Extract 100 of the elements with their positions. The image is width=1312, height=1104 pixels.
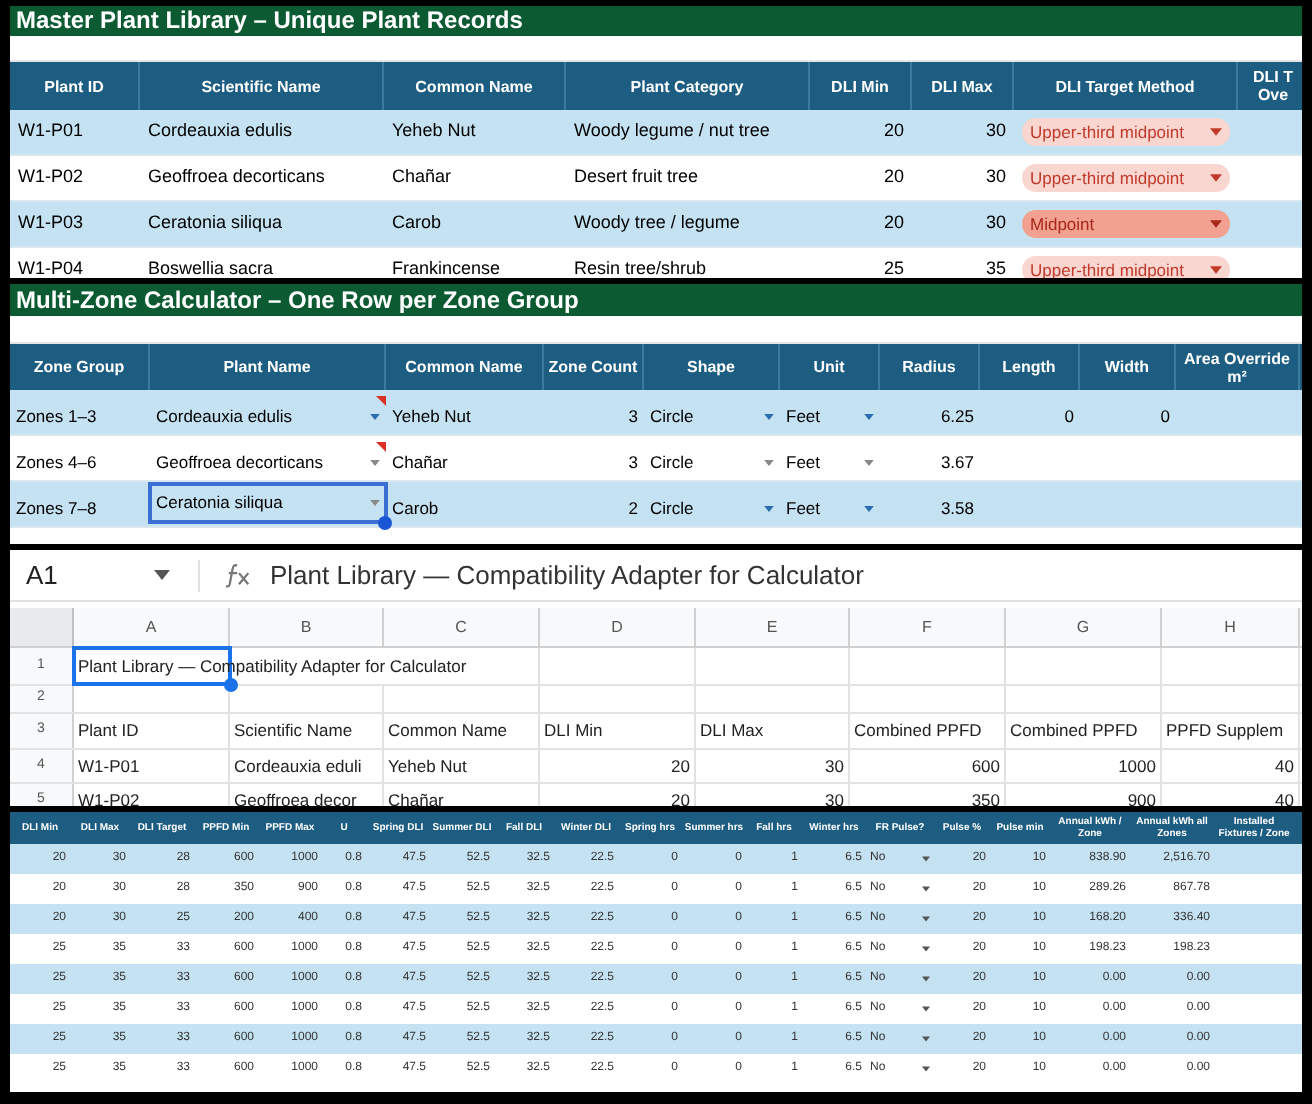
column-heading[interactable]: C [384, 608, 540, 646]
caret-icon[interactable] [764, 414, 774, 421]
table-cell: W1-P01 [78, 753, 140, 779]
caret-icon[interactable] [922, 946, 930, 952]
table-cell: 600 [971, 753, 1000, 779]
column-heading[interactable]: E [696, 608, 850, 646]
column-header: Common Name [405, 358, 523, 376]
table-cell: 20 [671, 787, 690, 806]
column-header: Area Override m² [1182, 349, 1292, 385]
caret-icon[interactable] [864, 460, 874, 467]
table-cell: 3.58 [940, 496, 974, 522]
caret-icon[interactable] [922, 886, 930, 892]
column-header: Width [1104, 358, 1150, 376]
table-cell: Woody tree / legume [574, 212, 740, 233]
table-cell: 40 [1275, 787, 1294, 806]
table-cell: Combined PPFD [854, 718, 982, 744]
table-cell: Circle [650, 404, 694, 430]
column-heading[interactable]: B [230, 608, 384, 646]
caret-icon[interactable] [370, 460, 380, 467]
table-cell: Geoffroea decorticans [148, 166, 325, 187]
table-cell: Zones 7–8 [16, 496, 97, 522]
table-cell: 0 [1064, 404, 1074, 430]
table-cell: PPFD Supplem [1166, 718, 1284, 744]
method-dropdown[interactable]: Upper-third midpoint [1022, 164, 1230, 192]
table-cell: Scientific Name [234, 718, 353, 744]
caret-icon[interactable] [922, 1036, 930, 1042]
name-box[interactable]: A1 [10, 559, 200, 591]
caret-icon[interactable] [922, 976, 930, 982]
caret-icon[interactable] [922, 856, 930, 862]
column-header: DLI T Ove [1251, 68, 1295, 104]
table-cell: Cordeauxia edulis [148, 120, 293, 141]
table-cell: 40 [1275, 753, 1294, 779]
table-cell: 3 [628, 404, 638, 430]
table-cell: 30 [825, 753, 844, 779]
table-cell: Carob [392, 212, 442, 233]
caret-icon[interactable] [1210, 220, 1222, 228]
table-cell: 20 [883, 166, 904, 187]
column-heading[interactable]: F [850, 608, 1006, 646]
caret-icon[interactable] [370, 414, 380, 421]
column-heading[interactable]: H [1162, 608, 1300, 646]
table-cell: Cordeauxia eduli [234, 753, 362, 779]
table-cell: Desert fruit tree [574, 166, 699, 187]
column-header: Length [1002, 358, 1056, 376]
note-marker-icon [376, 442, 386, 453]
table-cell: Zones 1–3 [16, 404, 97, 430]
table-cell: 30 [825, 787, 844, 806]
table-cell: 3.67 [940, 450, 974, 476]
table-cell: Geoffroea decor [234, 787, 357, 806]
table-cell: Chañar [388, 787, 444, 806]
caret-icon[interactable] [764, 460, 774, 467]
table-cell: Ceratonia siliqua [156, 490, 283, 516]
table-cell: W1-P01 [18, 120, 84, 141]
column-header: Plant Name [223, 358, 311, 376]
table-cell: Chañar [392, 166, 452, 187]
table-cell: 3 [628, 450, 638, 476]
note-marker-icon [376, 396, 386, 407]
caret-icon[interactable] [1210, 174, 1222, 182]
caret-icon[interactable] [1210, 128, 1222, 136]
table-cell: Resin tree/shrub [574, 258, 707, 278]
caret-icon[interactable] [154, 570, 170, 580]
table-cell: 2 [628, 496, 638, 522]
column-header: Shape [686, 358, 735, 376]
caret-icon[interactable] [864, 414, 874, 421]
table-cell: Chañar [392, 450, 448, 476]
table-cell: W1-P04 [18, 258, 84, 278]
formula-field[interactable]: Plant Library — Compatibility Adapter for Calculator [270, 555, 864, 595]
caret-icon[interactable] [1210, 266, 1222, 274]
table-cell: Yeheb Nut [392, 404, 471, 430]
column-heading[interactable]: G [1006, 608, 1162, 646]
table-cell: Common Name [388, 718, 508, 744]
caret-icon[interactable] [922, 1066, 930, 1072]
table-cell: Plant ID [78, 718, 139, 744]
sheet-title: Master Plant Library – Unique Plant Records [10, 6, 1302, 36]
table-cell: 20 [671, 753, 690, 779]
table-cell: 30 [985, 120, 1006, 141]
table-cell: Circle [650, 450, 694, 476]
method-dropdown[interactable]: Upper-third midpoint [1022, 118, 1230, 146]
table-cell: 30 [985, 166, 1006, 187]
column-header: Plant Category [630, 77, 744, 95]
table-cell: DLI Max [700, 718, 764, 744]
fill-handle[interactable] [224, 678, 238, 692]
table-cell: Feet [786, 496, 821, 522]
table-cell: Cordeauxia edulis [156, 404, 293, 430]
column-heading[interactable]: A [74, 608, 230, 646]
table-cell: Ceratonia siliqua [148, 212, 283, 233]
table-cell: W1-P02 [18, 166, 84, 187]
column-header: Zone Count [548, 358, 638, 376]
column-header: Scientific Name [201, 77, 321, 95]
caret-icon[interactable] [764, 506, 774, 513]
table-cell: Carob [392, 496, 439, 522]
caret-icon[interactable] [922, 1006, 930, 1012]
column-heading[interactable]: D [540, 608, 696, 646]
table-cell: W1-P03 [18, 212, 84, 233]
caret-icon[interactable] [922, 916, 930, 922]
caret-icon[interactable] [864, 506, 874, 513]
fill-handle[interactable] [378, 516, 392, 530]
column-header: DLI Max [931, 77, 993, 95]
table-cell: 20 [883, 212, 904, 233]
table-cell: Combined PPFD [1010, 718, 1138, 744]
table-cell: Frankincense [392, 258, 501, 278]
